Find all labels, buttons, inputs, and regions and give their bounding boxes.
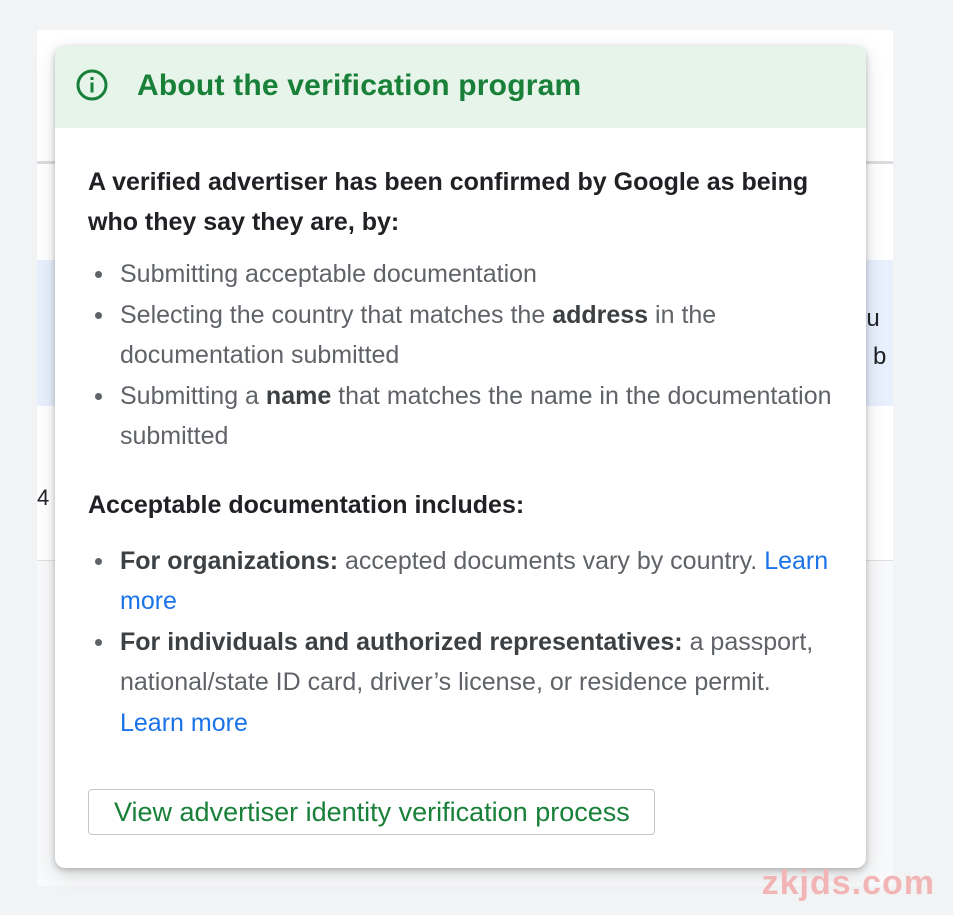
list-item-text: Selecting the country that matches the bbox=[120, 300, 553, 329]
popup-body: A verified advertiser has been confirmed… bbox=[55, 128, 866, 835]
intro-text: A verified advertiser has been confirmed… bbox=[88, 168, 809, 236]
watermark-text: zkjds.com bbox=[761, 864, 935, 902]
list-item: For individuals and authorized represent… bbox=[88, 622, 832, 744]
list-item: For organizations: accepted documents va… bbox=[88, 541, 832, 622]
list-item-text: accepted documents vary by country. bbox=[338, 546, 765, 575]
list-item-emphasis: name bbox=[265, 381, 332, 410]
list-item: Submitting a name that matches the name … bbox=[88, 376, 832, 457]
learn-more-link-individuals[interactable]: Learn more bbox=[120, 709, 248, 737]
acceptable-docs-list: For organizations: accepted documents va… bbox=[88, 541, 832, 744]
list-item-emphasis: For organizations: bbox=[120, 546, 339, 575]
verification-criteria-list: Submitting acceptable documentation Sele… bbox=[88, 254, 832, 457]
list-item-text: Submitting a bbox=[120, 381, 266, 410]
list-item-text: Submitting acceptable documentation bbox=[120, 260, 537, 288]
popup-title: About the verification program bbox=[137, 69, 582, 102]
popup-header: About the verification program bbox=[55, 46, 866, 128]
view-verification-process-button[interactable]: View advertiser identity verification pr… bbox=[88, 789, 655, 835]
list-item-emphasis: For individuals and authorized represent… bbox=[120, 627, 683, 656]
info-icon bbox=[75, 68, 109, 102]
verification-info-popup: About the verification program A verifie… bbox=[55, 46, 866, 868]
background-number: 4 bbox=[37, 485, 50, 510]
docs-heading: Acceptable documentation includes: bbox=[88, 490, 525, 519]
list-item-emphasis: address bbox=[552, 300, 649, 329]
list-item: Selecting the country that matches the a… bbox=[88, 295, 832, 376]
list-item: Submitting acceptable documentation bbox=[88, 254, 832, 295]
